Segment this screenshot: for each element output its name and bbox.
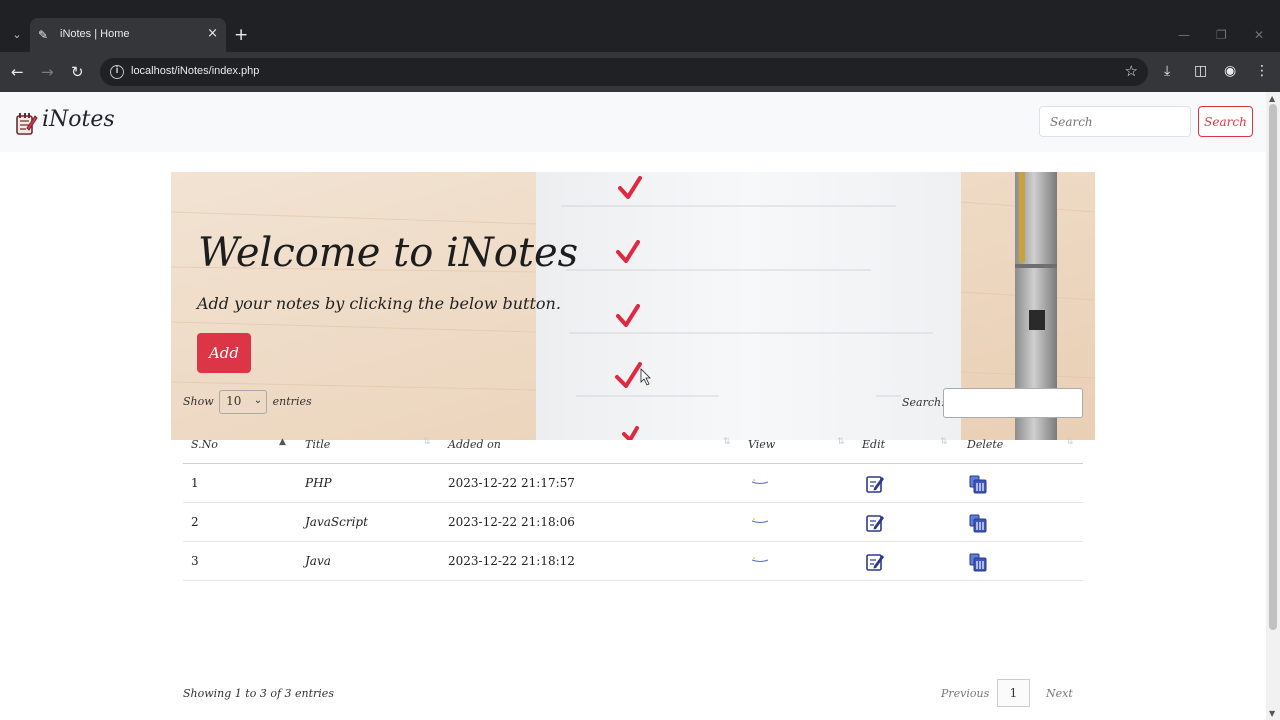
address-bar[interactable]: i localhost/iNotes/index.php ☆ (100, 58, 1148, 86)
entries-label: entries (272, 395, 312, 408)
tab-title: iNotes | Home (60, 28, 130, 40)
forward-icon[interactable]: → (41, 63, 54, 81)
delete-icon[interactable] (968, 513, 988, 533)
brand-name[interactable]: iNotes (42, 107, 115, 132)
delete-icon[interactable] (968, 552, 988, 572)
table-header-row: S.No ▲ Title ⇅ Added on ⇅ View ⇅ Edit ⇅ … (183, 426, 1083, 464)
row-added-on: 2023-12-22 21:18:06 (448, 515, 575, 529)
column-header-delete[interactable]: Delete (967, 438, 1003, 451)
close-window-icon[interactable]: ✕ (1254, 28, 1264, 42)
entries-per-page-select[interactable]: 10 ⌄ (219, 390, 268, 414)
table-search-label: Search: (902, 396, 945, 409)
restore-icon[interactable]: ❐ (1216, 28, 1227, 42)
sort-icon: ⇅ (837, 437, 845, 447)
column-header-edit[interactable]: Edit (862, 438, 885, 451)
new-tab-icon[interactable]: + (234, 26, 248, 44)
view-icon[interactable] (751, 478, 769, 484)
reload-icon[interactable]: ↻ (71, 63, 84, 81)
sort-icon: ⇅ (423, 437, 431, 447)
edit-icon[interactable] (865, 474, 885, 494)
minimize-icon[interactable]: — (1178, 28, 1190, 42)
scrollbar-thumb[interactable] (1269, 104, 1277, 630)
column-header-title[interactable]: Title (305, 438, 330, 451)
browser-tab[interactable]: ✎ iNotes | Home × (30, 18, 226, 52)
table-info: Showing 1 to 3 of 3 entries (183, 687, 334, 700)
pagination-next[interactable]: Next (1046, 687, 1073, 700)
edit-icon[interactable] (865, 513, 885, 533)
delete-icon[interactable] (968, 474, 988, 494)
row-added-on: 2023-12-22 21:17:57 (448, 476, 575, 490)
entries-per-page-value: 10 (226, 394, 242, 408)
table-row: 1 PHP 2023-12-22 21:17:57 (183, 464, 1083, 503)
bookmark-star-icon[interactable]: ☆ (1125, 62, 1138, 80)
entries-length-control: Show 10 ⌄ entries (183, 390, 312, 414)
table-search-input[interactable] (943, 388, 1083, 418)
hero-subtitle: Add your notes by clicking the below but… (197, 294, 561, 313)
page-scrollbar[interactable]: ▲ ▼ (1266, 92, 1280, 720)
back-icon[interactable]: ← (11, 63, 24, 81)
table-row: 3 Java 2023-12-22 21:18:12 (183, 542, 1083, 581)
browser-toolbar: ← → ↻ i localhost/iNotes/index.php ☆ ⤓ ◫… (0, 52, 1280, 92)
chevron-down-icon: ⌄ (253, 395, 263, 406)
browser-tab-strip: ⌄ ✎ iNotes | Home × + — ❐ ✕ (0, 0, 1280, 52)
navbar-search-input[interactable] (1039, 106, 1191, 137)
side-panel-icon[interactable]: ◫ (1194, 62, 1207, 80)
url-text[interactable]: localhost/iNotes/index.php (131, 65, 259, 77)
row-title: JavaScript (305, 515, 368, 529)
view-icon[interactable] (751, 517, 769, 523)
column-header-added-on[interactable]: Added on (448, 438, 501, 451)
notepad-logo-icon (16, 113, 38, 135)
sort-icon: ⇅ (1066, 437, 1074, 447)
edit-icon[interactable] (865, 552, 885, 572)
row-sno: 1 (191, 476, 199, 490)
notes-table: S.No ▲ Title ⇅ Added on ⇅ View ⇅ Edit ⇅ … (183, 426, 1083, 581)
sort-icon: ⇅ (940, 437, 948, 447)
sort-asc-icon: ▲ (279, 437, 286, 447)
navbar-search-button[interactable]: Search (1198, 106, 1253, 137)
page-content: iNotes Search Search Welcome to iNotes A… (0, 92, 1266, 720)
table-row: 2 JavaScript 2023-12-22 21:18:06 (183, 503, 1083, 542)
more-menu-icon[interactable]: ⋮ (1255, 62, 1269, 80)
navbar: iNotes Search (0, 92, 1266, 152)
profile-avatar-icon[interactable]: ◉ (1224, 62, 1236, 80)
pagination-page-1[interactable]: 1 (997, 679, 1030, 707)
row-sno: 2 (191, 515, 199, 529)
column-header-view[interactable]: View (748, 438, 775, 451)
notepad-favicon-icon: ✎ (38, 28, 49, 42)
scroll-down-arrow-icon[interactable]: ▼ (1269, 709, 1275, 718)
row-sno: 3 (191, 554, 199, 568)
column-header-sno[interactable]: S.No (191, 438, 218, 451)
tab-search-chevron-icon[interactable]: ⌄ (6, 24, 28, 46)
scroll-up-arrow-icon[interactable]: ▲ (1269, 94, 1275, 103)
pagination-previous[interactable]: Previous (941, 687, 989, 700)
view-icon[interactable] (751, 556, 769, 562)
download-icon[interactable]: ⤓ (1164, 62, 1170, 80)
row-title: PHP (305, 476, 332, 490)
add-note-button[interactable]: Add (197, 333, 251, 373)
site-info-icon[interactable]: i (110, 65, 124, 79)
row-added-on: 2023-12-22 21:18:12 (448, 554, 575, 568)
hero-title: Welcome to iNotes (198, 230, 579, 276)
sort-icon: ⇅ (723, 437, 731, 447)
row-title: Java (305, 554, 331, 568)
close-tab-icon[interactable]: × (207, 26, 218, 41)
show-label: Show (183, 395, 214, 408)
